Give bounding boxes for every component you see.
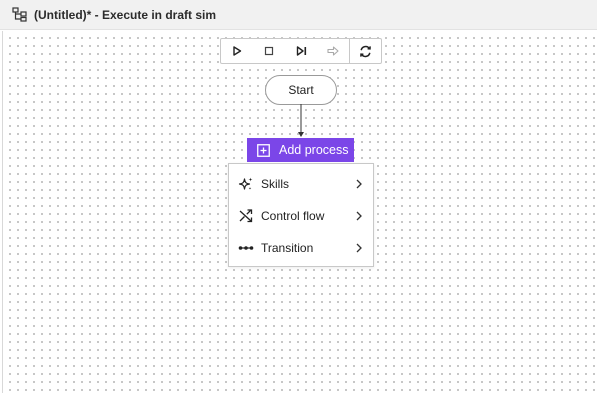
play-button[interactable] (221, 39, 253, 63)
menu-item-label: Control flow (261, 209, 325, 223)
start-node-label: Start (288, 83, 314, 97)
chevron-right-icon (356, 179, 362, 189)
next-button[interactable] (317, 39, 349, 63)
chevron-right-icon (356, 243, 362, 253)
stop-button[interactable] (253, 39, 285, 63)
refresh-icon (359, 45, 371, 57)
arrow-right-icon (327, 46, 339, 56)
add-process-label: Add process (279, 143, 349, 157)
add-process-button[interactable]: Add process (247, 138, 354, 162)
shuffle-icon (239, 209, 253, 223)
menu-item-transition[interactable]: Transition (229, 234, 373, 262)
connector-arrow (298, 104, 304, 137)
start-node[interactable]: Start (265, 75, 337, 105)
menu-item-label: Transition (261, 241, 314, 255)
title-bar: (Untitled)* - Execute in draft sim (0, 0, 597, 30)
menu-item-control-flow[interactable]: Control flow (229, 202, 373, 230)
chevron-right-icon (356, 211, 362, 221)
workflow-icon (12, 7, 27, 22)
refresh-button[interactable] (350, 39, 380, 63)
transition-icon (238, 246, 254, 250)
sparkle-icon (238, 177, 253, 190)
add-process-menu: Skills Control flow Transition (228, 163, 374, 267)
step-button[interactable] (285, 39, 317, 63)
window-title: (Untitled)* - Execute in draft sim (34, 8, 217, 22)
stop-icon (264, 46, 274, 56)
step-forward-icon (296, 46, 306, 56)
menu-item-label: Skills (261, 177, 290, 191)
play-icon (233, 46, 242, 56)
menu-item-skills[interactable]: Skills (229, 170, 373, 198)
simulation-toolbar (220, 38, 382, 64)
plus-square-icon (257, 143, 270, 157)
